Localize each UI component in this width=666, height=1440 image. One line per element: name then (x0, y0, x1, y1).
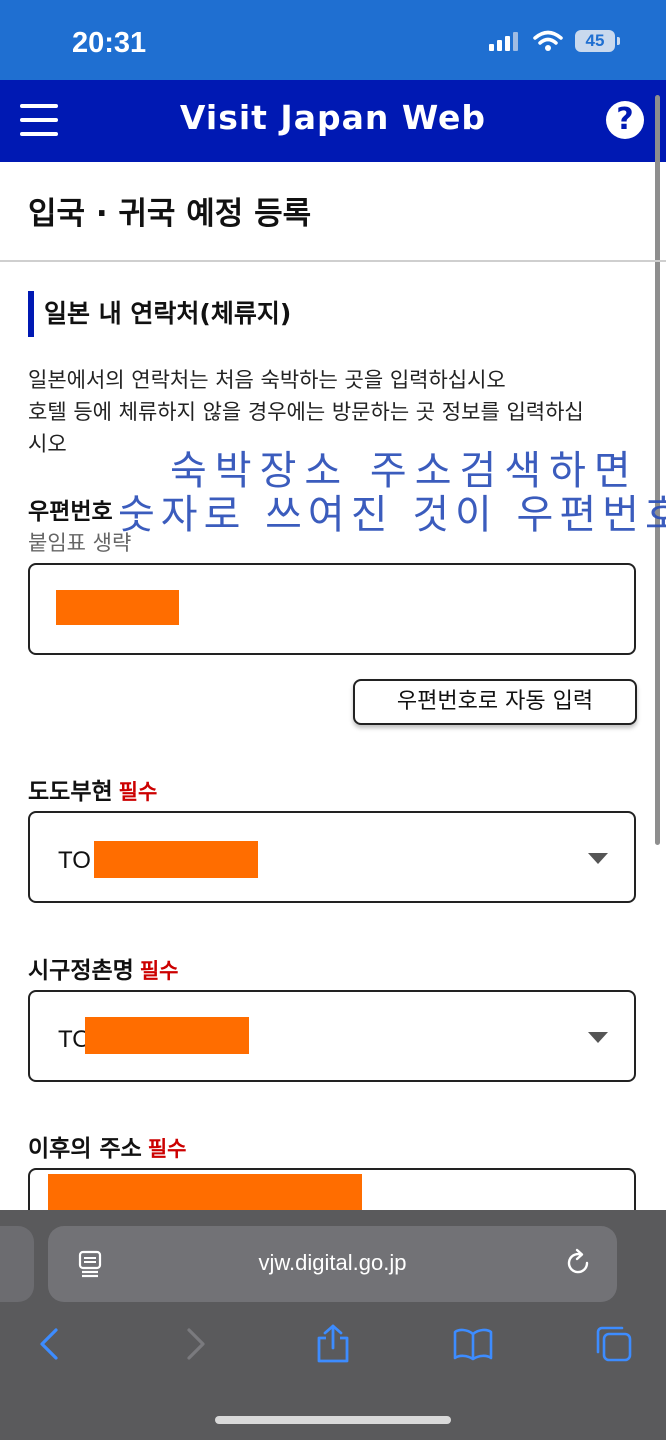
prefecture-value: TO (58, 847, 91, 874)
bookmarks-icon[interactable] (453, 1324, 493, 1364)
redacted-address (48, 1174, 362, 1211)
address-bar[interactable]: vjw.digital.go.jp (48, 1226, 617, 1302)
handwritten-annotation-line-2: 숫자로 쓰여진 것이 우편번호 (118, 492, 666, 538)
browser-toolbar: vjw.digital.go.jp (0, 1210, 666, 1440)
required-badge: 필수 (139, 959, 179, 983)
help-icon[interactable]: ? (606, 101, 644, 139)
app-header: Visit Japan Web ? (0, 80, 666, 162)
previous-tab[interactable] (0, 1226, 34, 1302)
address-label: 이후의 주소 필수 (28, 1129, 186, 1163)
description-line-2: 호텔 등에 체류하지 않을 경우에는 방문하는 곳 정보를 입력하십 (28, 400, 584, 424)
divider (0, 260, 666, 262)
share-icon[interactable] (313, 1324, 353, 1364)
back-icon[interactable] (30, 1324, 70, 1364)
auto-fill-button[interactable]: 우편번호로 자동 입력 (353, 679, 637, 725)
reload-icon[interactable] (563, 1248, 593, 1278)
city-label: 시구정촌명 필수 (28, 951, 178, 985)
description-line-1: 일본에서의 연락처는 처음 숙박하는 곳을 입력하십시오 (28, 368, 506, 392)
wifi-icon (533, 30, 563, 51)
prefecture-select[interactable]: TO (28, 811, 636, 903)
battery-level: 45 (575, 30, 615, 52)
scrollbar[interactable] (655, 95, 660, 845)
battery-icon: 45 (575, 30, 620, 52)
redacted-city (85, 1017, 249, 1054)
chevron-down-icon (588, 1032, 608, 1043)
app-title: Visit Japan Web (179, 98, 487, 137)
postal-code-input[interactable] (28, 563, 636, 655)
prefecture-label: 도도부현 필수 (28, 772, 157, 806)
required-badge: 필수 (147, 1137, 187, 1161)
status-bar: 20:31 45 (0, 0, 666, 80)
address-label-text: 이후의 주소 (28, 1136, 142, 1162)
status-icons: 45 (489, 30, 620, 52)
tabs-icon[interactable] (594, 1324, 634, 1364)
required-badge: 필수 (118, 780, 158, 804)
postal-code-hint: 붙임표 생략 (28, 531, 132, 555)
city-label-text: 시구정촌명 (28, 958, 134, 984)
chevron-down-icon (588, 853, 608, 864)
home-indicator (215, 1416, 451, 1424)
redacted-postal-code (56, 590, 179, 625)
page-title: 입국 · 귀국 예정 등록 (28, 196, 312, 232)
status-time: 20:31 (72, 27, 147, 59)
prefecture-label-text: 도도부현 (28, 779, 113, 805)
city-select[interactable]: TO (28, 990, 636, 1082)
forward-icon[interactable] (175, 1324, 215, 1364)
url-text: vjw.digital.go.jp (258, 1250, 407, 1275)
postal-code-label: 우편번호 (28, 499, 113, 525)
section-title: 일본 내 연락처(체류지) (28, 291, 291, 337)
signal-icon (489, 32, 518, 51)
redacted-prefecture (94, 841, 258, 878)
